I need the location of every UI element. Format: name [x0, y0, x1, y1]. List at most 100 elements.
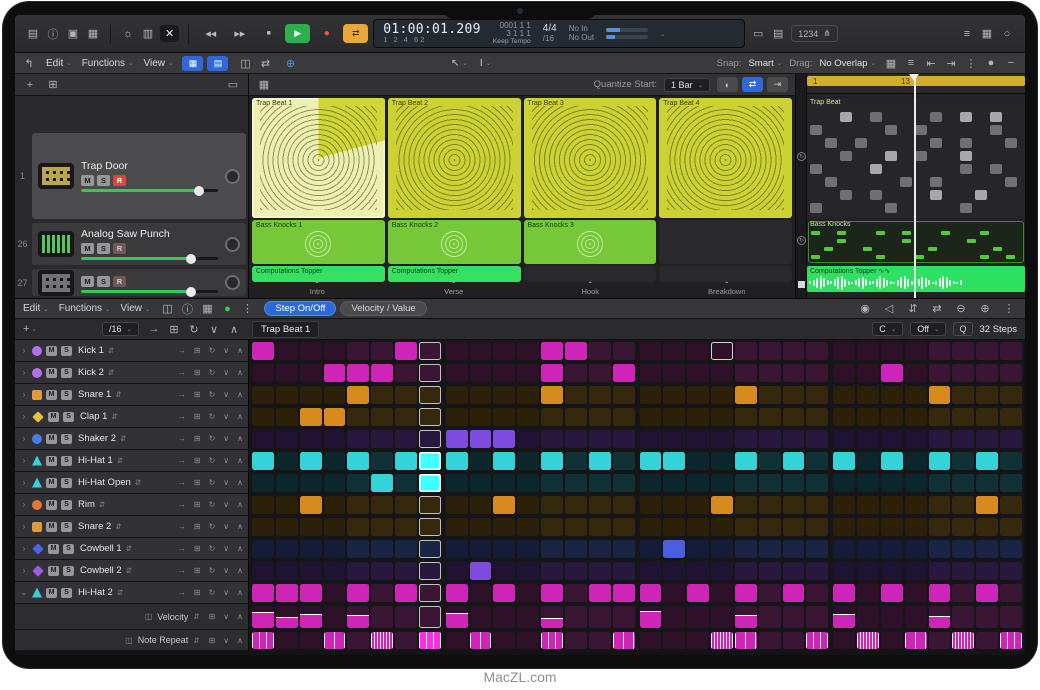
step-cell[interactable] — [783, 496, 805, 514]
step-cell[interactable] — [929, 518, 951, 536]
step-cell[interactable] — [857, 342, 879, 360]
step-cell[interactable] — [976, 518, 998, 536]
step-cell[interactable] — [371, 584, 393, 602]
rotate-icon[interactable]: ↻ — [209, 588, 216, 597]
step-cell[interactable] — [470, 342, 492, 360]
increment-icon[interactable]: ⊞ — [209, 636, 216, 645]
row-mute-button[interactable]: M — [46, 478, 57, 488]
row-cycle-icon[interactable]: ↻ — [797, 152, 806, 161]
step-cell[interactable] — [565, 342, 587, 360]
step-cell[interactable] — [687, 496, 709, 514]
step-cell[interactable] — [857, 386, 879, 404]
step-cell[interactable] — [663, 562, 685, 580]
step-cell[interactable] — [541, 606, 563, 628]
step-cell[interactable] — [276, 540, 298, 558]
disclosure-icon[interactable]: › — [20, 566, 28, 575]
step-cell[interactable] — [976, 632, 998, 649]
step-cell[interactable] — [419, 584, 441, 602]
step-cell[interactable] — [347, 364, 369, 382]
step-cell[interactable] — [395, 408, 417, 426]
step-cell[interactable] — [446, 606, 468, 628]
step-cell[interactable] — [833, 540, 855, 558]
step-cell[interactable] — [1000, 496, 1022, 514]
step-cell[interactable] — [446, 518, 468, 536]
step-cell[interactable] — [517, 364, 539, 382]
menu-view[interactable]: View⌄ — [144, 58, 174, 69]
arrow-right-icon[interactable]: → — [178, 500, 186, 509]
step-cell[interactable] — [276, 386, 298, 404]
step-cell[interactable] — [300, 386, 322, 404]
step-cell[interactable] — [613, 518, 635, 536]
arrow-right-icon[interactable]: → — [178, 566, 186, 575]
step-cell[interactable] — [905, 606, 927, 628]
step-cell[interactable] — [517, 386, 539, 404]
step-cell[interactable] — [276, 408, 298, 426]
step-cell[interactable] — [541, 386, 563, 404]
step-cell[interactable] — [347, 632, 369, 649]
step-cell[interactable] — [905, 430, 927, 448]
dot-icon[interactable]: ● — [983, 57, 999, 69]
step-cell[interactable] — [806, 496, 828, 514]
step-cell[interactable] — [517, 584, 539, 602]
step-cell[interactable] — [881, 408, 903, 426]
row-mute-button[interactable]: M — [46, 434, 57, 444]
step-cell[interactable] — [711, 632, 733, 649]
scene-trigger-intro[interactable]: ⌃Intro — [249, 283, 386, 297]
row-solo-button[interactable]: S — [63, 412, 74, 422]
step-cell[interactable] — [589, 386, 611, 404]
step-cell[interactable] — [711, 386, 733, 404]
step-cell[interactable] — [395, 540, 417, 558]
step-cell[interactable] — [687, 606, 709, 628]
step-cell[interactable] — [419, 342, 441, 360]
step-cell[interactable] — [419, 474, 441, 492]
step-cell[interactable] — [395, 430, 417, 448]
step-cell[interactable] — [252, 342, 274, 360]
step-cell[interactable] — [470, 540, 492, 558]
step-cell[interactable] — [881, 474, 903, 492]
note-stepper-icon[interactable]: ⇵ — [126, 544, 132, 553]
patch-icon[interactable]: ⊞ — [45, 78, 61, 91]
step-cell[interactable] — [759, 518, 781, 536]
step-cell[interactable] — [806, 474, 828, 492]
step-cell[interactable] — [735, 606, 757, 628]
step-cell[interactable] — [276, 562, 298, 580]
up-icon[interactable]: ∧ — [237, 500, 243, 509]
step-cell[interactable] — [640, 632, 662, 649]
step-cell[interactable] — [470, 518, 492, 536]
row-header[interactable]: ›MSSnare 2⇵→⊞↻∨∧ — [15, 516, 249, 537]
loop-cell[interactable]: Trap Beat 3 — [524, 98, 657, 218]
loop-cell[interactable]: Computations Topper — [252, 266, 385, 282]
loop-cell[interactable]: Computations Topper — [388, 266, 521, 282]
step-cell[interactable] — [493, 452, 515, 470]
step-cell[interactable] — [881, 496, 903, 514]
step-cell[interactable] — [493, 496, 515, 514]
step-cell[interactable] — [419, 632, 441, 649]
step-cell[interactable] — [324, 540, 346, 558]
step-cell[interactable] — [929, 540, 951, 558]
step-cell[interactable] — [806, 364, 828, 382]
step-cell[interactable] — [276, 584, 298, 602]
step-cell[interactable] — [833, 408, 855, 426]
step-cell[interactable] — [735, 386, 757, 404]
pan-knob[interactable] — [225, 169, 240, 184]
increment-icon[interactable]: ⊞ — [194, 478, 201, 487]
note-stepper-icon[interactable]: ⇵ — [108, 346, 114, 355]
step-cell[interactable] — [833, 386, 855, 404]
step-cell[interactable] — [833, 518, 855, 536]
row-header[interactable]: ›MSShaker 2⇵→⊞↻∨∧ — [15, 428, 249, 449]
solo-button[interactable]: S — [97, 175, 110, 186]
link-icon[interactable]: ◫ — [159, 302, 175, 315]
step-cell[interactable] — [300, 518, 322, 536]
step-cell[interactable] — [517, 452, 539, 470]
step-cell[interactable] — [881, 632, 903, 649]
step-cell[interactable] — [759, 606, 781, 628]
step-cell[interactable] — [371, 430, 393, 448]
workspaces-icon[interactable]: ▤ — [25, 27, 41, 40]
step-cell[interactable] — [833, 474, 855, 492]
step-cell[interactable] — [446, 474, 468, 492]
increment-icon[interactable]: ⊞ — [194, 390, 201, 399]
step-cell[interactable] — [976, 584, 998, 602]
step-cell[interactable] — [470, 408, 492, 426]
step-cell[interactable] — [371, 518, 393, 536]
step-cell[interactable] — [589, 496, 611, 514]
